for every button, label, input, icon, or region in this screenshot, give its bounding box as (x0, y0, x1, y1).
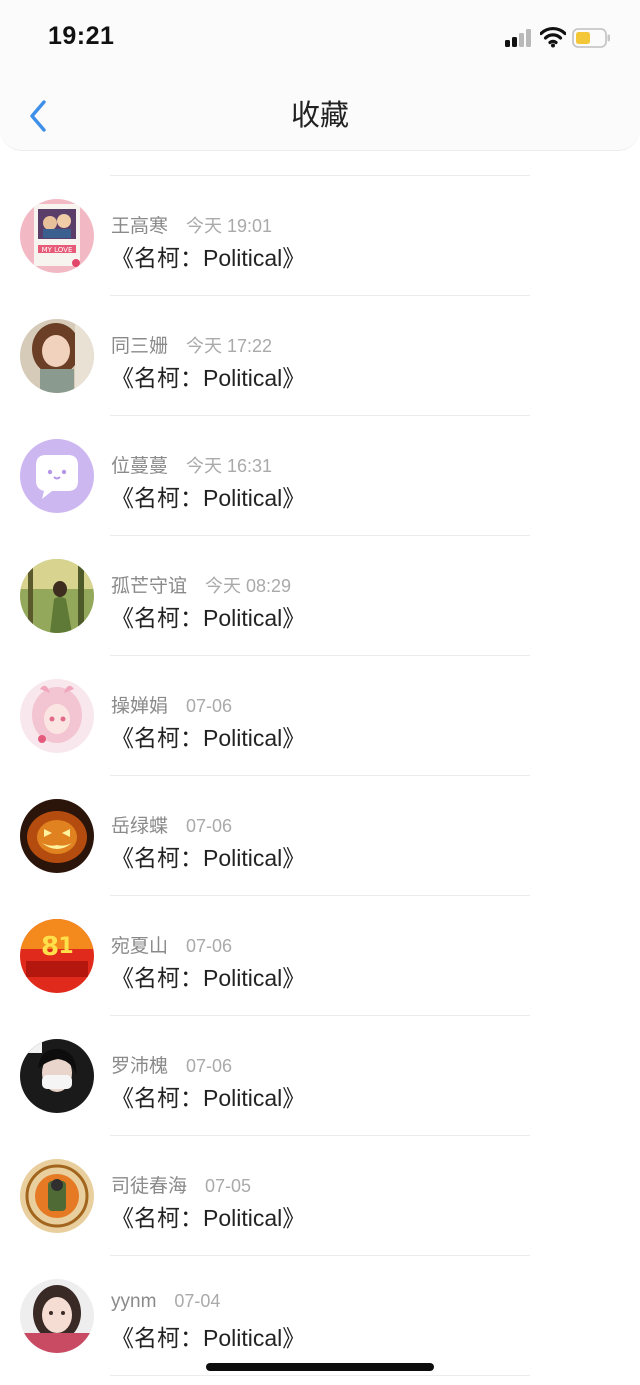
item-date: 07-06 (186, 936, 233, 956)
svg-text:1: 1 (58, 934, 73, 959)
item-meta: 罗沛槐 07-06 (111, 1051, 232, 1078)
item-date: 今天 19:01 (186, 216, 273, 236)
item-author: 操婵娟 (111, 696, 169, 717)
list-item[interactable]: 孤芒守谊 今天 08:29 《名柯：Political》 (0, 536, 640, 656)
list-item[interactable]: MY LOVE 王高寒 今天 19:01 《名柯：Political》 (0, 176, 640, 296)
avatar (20, 799, 94, 873)
avatar: MY LOVE (20, 199, 94, 273)
item-meta: yynm 07-04 (111, 1291, 220, 1313)
item-date: 07-06 (186, 816, 233, 836)
item-meta: 岳绿蝶 07-06 (111, 811, 232, 838)
item-title: 《名柯：Political》 (111, 485, 306, 511)
item-meta: 司徒春海 07-05 (111, 1171, 251, 1198)
avatar (20, 1279, 94, 1353)
item-author: 同三姗 (111, 336, 169, 357)
list-item[interactable]: 操婵娟 07-06 《名柯：Political》 (0, 656, 640, 776)
list-item[interactable]: 位蔓蔓 今天 16:31 《名柯：Political》 (0, 416, 640, 536)
item-title: 《名柯：Political》 (111, 1205, 306, 1231)
svg-text:8: 8 (41, 932, 59, 962)
list-item[interactable]: 罗沛槐 07-06 《名柯：Political》 (0, 1016, 640, 1136)
item-author: 罗沛槐 (111, 1056, 169, 1077)
item-meta: 孤芒守谊 今天 08:29 (111, 571, 291, 598)
item-date: 07-06 (186, 696, 233, 716)
divider (110, 1375, 530, 1376)
item-author: 位蔓蔓 (111, 456, 169, 477)
item-title: 《名柯：Political》 (111, 605, 306, 631)
battery-icon (572, 28, 610, 48)
avatar: 8 1 (20, 919, 94, 993)
avatar (20, 679, 94, 753)
item-date: 07-04 (174, 1291, 221, 1311)
item-date: 07-06 (186, 1056, 233, 1076)
item-meta: 位蔓蔓 今天 16:31 (111, 451, 272, 478)
item-date: 今天 16:31 (186, 456, 273, 476)
item-author: 司徒春海 (111, 1176, 188, 1197)
wifi-icon (539, 26, 567, 48)
item-title: 《名柯：Political》 (111, 1085, 306, 1111)
avatar (20, 1039, 94, 1113)
list-item[interactable]: 8 1 宛夏山 07-06 《名柯：Political》 (0, 896, 640, 1016)
navigation-bar: 收藏 (0, 80, 640, 150)
item-author: 王高寒 (111, 216, 169, 237)
status-time: 19:21 (48, 22, 115, 50)
list-item[interactable]: 同三姗 今天 17:22 《名柯：Political》 (0, 296, 640, 416)
item-meta: 操婵娟 07-06 (111, 691, 232, 718)
avatar (20, 559, 94, 633)
item-author: 孤芒守谊 (111, 576, 188, 597)
avatar (20, 319, 94, 393)
item-meta: 宛夏山 07-06 (111, 931, 232, 958)
item-title: 《名柯：Political》 (111, 725, 306, 751)
item-author: 宛夏山 (111, 936, 169, 957)
list-item[interactable]: yynm 07-04 《名柯：Political》 (0, 1256, 640, 1376)
svg-text:MY LOVE: MY LOVE (42, 246, 73, 254)
item-title: 《名柯：Political》 (111, 365, 306, 391)
cellular-signal-icon (505, 29, 535, 47)
item-date: 今天 08:29 (205, 576, 292, 596)
item-title: 《名柯：Political》 (111, 845, 306, 871)
item-title: 《名柯：Political》 (111, 245, 306, 271)
item-title: 《名柯：Political》 (111, 1325, 306, 1351)
item-author: 岳绿蝶 (111, 816, 169, 837)
item-title: 《名柯：Political》 (111, 965, 306, 991)
item-meta: 王高寒 今天 19:01 (111, 211, 272, 238)
home-indicator[interactable] (206, 1363, 434, 1371)
list-item[interactable]: 岳绿蝶 07-06 《名柯：Political》 (0, 776, 640, 896)
item-meta: 同三姗 今天 17:22 (111, 331, 272, 358)
item-author: yynm (111, 1291, 157, 1312)
favorites-list: MY LOVE 王高寒 今天 19:01 《名柯：Political》 同三姗 今天… (0, 56, 640, 1376)
top-header: 19:21 收藏 (0, 0, 640, 151)
avatar (20, 1159, 94, 1233)
item-date: 今天 17:22 (186, 336, 273, 356)
item-date: 07-05 (205, 1176, 252, 1196)
page-title: 收藏 (290, 100, 349, 132)
avatar (20, 439, 94, 513)
list-item[interactable]: 司徒春海 07-05 《名柯：Political》 (0, 1136, 640, 1256)
status-bar: 19:21 (0, 0, 640, 80)
